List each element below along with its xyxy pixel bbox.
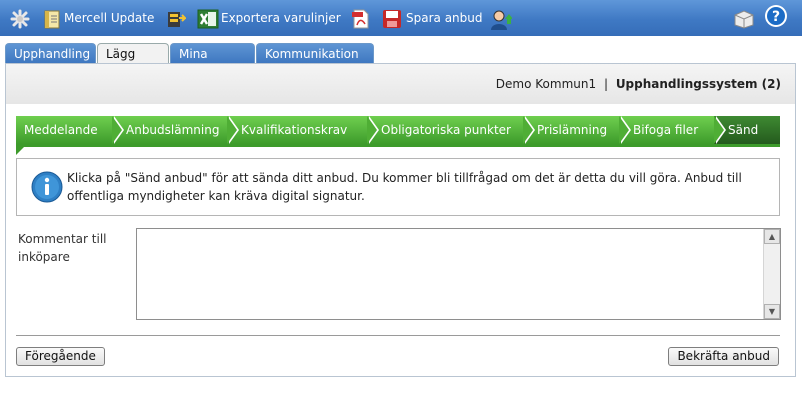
- bid-panel: Demo Kommun1 | Upphandlingssystem (2) Me…: [5, 63, 796, 377]
- tab-upphandling[interactable]: Upphandling: [5, 43, 96, 64]
- help-icon: ?: [764, 4, 788, 28]
- user-upload-icon: [490, 9, 513, 30]
- info-box: Klicka på "Sänd anbud" för att sända dit…: [16, 158, 780, 216]
- help-button[interactable]: ?: [764, 5, 788, 27]
- mercell-update-button[interactable]: Mercell Update: [42, 7, 154, 29]
- package-icon: [733, 9, 754, 29]
- step-prislamning[interactable]: Prislämning: [523, 116, 631, 144]
- export-archive-button[interactable]: [166, 7, 188, 29]
- textarea-scrollbar[interactable]: ▲ ▼: [763, 229, 780, 319]
- tab-kommunikation[interactable]: Kommunikation: [256, 43, 374, 64]
- step-pointer: [16, 147, 24, 155]
- export-lines-label: Exportera varulinjer: [221, 11, 341, 25]
- previous-button[interactable]: Föregående: [16, 347, 105, 366]
- confirm-bid-button[interactable]: Bekräfta anbud: [668, 347, 779, 366]
- system-name: Upphandlingssystem (2): [615, 77, 781, 91]
- pdf-button[interactable]: [352, 7, 370, 29]
- step-anbudslamning[interactable]: Anbudslämning: [112, 116, 239, 144]
- settings-button[interactable]: [10, 7, 30, 29]
- company-info: Demo Kommun1 | Upphandlingssystem (2): [496, 77, 781, 91]
- export-lines-button[interactable]: Exportera varulinjer: [197, 7, 341, 29]
- scroll-down-icon[interactable]: ▼: [764, 304, 780, 319]
- top-toolbar: Mercell Update Exportera varulinjer Spar…: [0, 0, 802, 36]
- step-obligatoriska-punkter[interactable]: Obligatoriska punkter: [367, 116, 535, 144]
- save-disk-icon: [382, 9, 401, 28]
- save-bid-label: Spara anbud: [406, 11, 483, 25]
- company-name: Demo Kommun1: [495, 77, 597, 91]
- info-text: Klicka på "Sänd anbud" för att sända dit…: [67, 171, 742, 203]
- step-bifoga-filer[interactable]: Bifoga filer: [619, 116, 726, 144]
- user-upload-button[interactable]: [490, 7, 513, 30]
- tab-mina-anbud[interactable]: Mina anbud: [170, 43, 255, 81]
- mercell-update-label: Mercell Update: [64, 11, 155, 25]
- settings-icon: [10, 9, 30, 29]
- pdf-icon: [352, 9, 370, 29]
- divider: [16, 335, 780, 336]
- comment-textarea[interactable]: ▲ ▼: [136, 228, 781, 320]
- step-kvalifikationskrav[interactable]: Kvalifikationskrav: [227, 116, 379, 144]
- tab-lagg-bud[interactable]: Lägg bud: [97, 43, 169, 81]
- steps-underline: [16, 144, 780, 147]
- save-bid-button[interactable]: Spara anbud: [382, 7, 483, 29]
- export-arrow-icon: [166, 9, 188, 27]
- package-button[interactable]: [733, 7, 754, 29]
- mercell-update-icon: [42, 9, 60, 29]
- scroll-up-icon[interactable]: ▲: [764, 229, 780, 244]
- step-meddelande[interactable]: Meddelande: [16, 116, 124, 144]
- comment-label: Kommentar till inköpare: [18, 232, 107, 264]
- wizard-steps: Meddelande Anbudslämning Kvalifikationsk…: [16, 116, 780, 144]
- company-separator: |: [603, 77, 608, 91]
- panel-header: Demo Kommun1 | Upphandlingssystem (2): [6, 64, 795, 104]
- svg-text:?: ?: [772, 9, 780, 25]
- excel-icon: [197, 9, 219, 29]
- info-icon: [31, 171, 63, 206]
